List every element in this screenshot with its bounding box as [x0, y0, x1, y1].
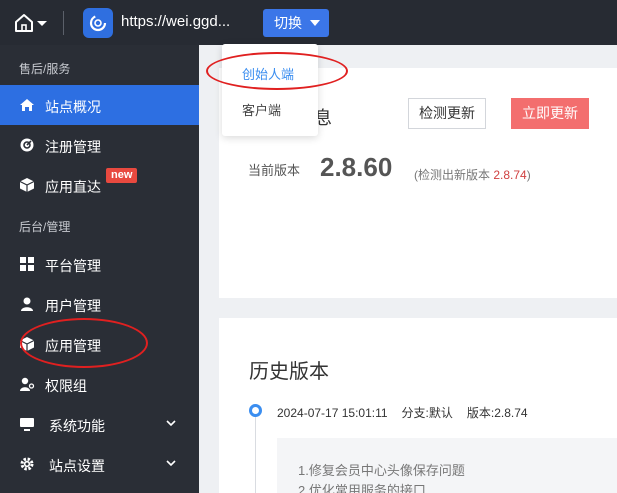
chevron-down-icon [166, 420, 176, 427]
sidebar-item-permission-group[interactable]: 权限组 [0, 364, 199, 404]
new-version-notice: (检测出新版本 2.8.74) [414, 166, 531, 183]
timeline-dot [249, 404, 262, 417]
sidebar-item-label: 系统功能 [49, 418, 105, 434]
chevron-down-icon [166, 460, 176, 467]
site-url: https://wei.ggd... [121, 13, 231, 30]
sidebar-item-label: 平台管理 [45, 258, 101, 274]
home-icon [15, 14, 47, 32]
dropdown-item-client[interactable]: 客户端 [242, 100, 281, 119]
divider [63, 11, 64, 35]
site-logo [83, 8, 113, 38]
sidebar-item-label: 权限组 [45, 378, 87, 394]
annotation-circle [206, 52, 348, 90]
history-entry-datetime: 2024-07-17 15:01:11 [277, 406, 388, 420]
home-menu-button[interactable] [14, 12, 48, 34]
logo-icon [89, 14, 107, 32]
history-entry-version: 版本:2.8.74 [466, 406, 528, 420]
sidebar-item-app-direct[interactable]: 应用直达 new [0, 165, 199, 205]
sidebar-item-label: 用户管理 [45, 298, 101, 314]
section-title-after-sales: 售后/服务 [19, 62, 71, 76]
gear-icon [20, 457, 34, 471]
sidebar-item-label: 应用直达 [45, 179, 101, 195]
register-icon [20, 138, 34, 152]
history-note: 1.修复会员中心头像保存问题 [298, 463, 465, 478]
top-bar: https://wei.ggd... 切换 [0, 0, 617, 45]
current-version: 2.8.60 [320, 152, 393, 182]
update-now-button[interactable]: 立即更新 [511, 98, 589, 129]
timeline-line [255, 417, 256, 493]
user-key-icon [20, 377, 35, 391]
caret-down-icon [310, 20, 320, 26]
annotation-circle [20, 318, 148, 368]
new-version-prefix: (检测出新版本 [414, 168, 494, 182]
new-version-suffix: ) [526, 168, 531, 182]
user-icon [21, 297, 33, 311]
sidebar-item-system-functions[interactable]: 系统功能 [0, 404, 199, 444]
sidebar-item-platform[interactable]: 平台管理 [0, 244, 199, 284]
sidebar-item-register[interactable]: 注册管理 [0, 125, 199, 165]
sidebar-item-label: 站点设置 [49, 458, 105, 474]
grid-icon [20, 257, 34, 271]
sidebar: 售后/服务 站点概况 注册管理 应用直达 new 后台/管理 平台管理 用户管理… [0, 45, 199, 493]
check-update-button[interactable]: 检测更新 [408, 98, 486, 129]
sidebar-item-label: 注册管理 [45, 139, 101, 155]
switch-button[interactable]: 切换 [263, 9, 329, 37]
sidebar-item-site-settings[interactable]: 站点设置 [0, 444, 199, 484]
home-icon [20, 99, 34, 111]
history-notes: 1.修复会员中心头像保存问题 2.优化常用服务的接口 [277, 438, 617, 493]
sidebar-item-label: 站点概况 [45, 99, 101, 115]
cube-icon [19, 178, 35, 192]
section-title-backend: 后台/管理 [19, 220, 71, 234]
new-badge: new [106, 168, 138, 183]
history-entry-meta: 2024-07-17 15:01:11 分支:默认 版本:2.8.74 [277, 404, 542, 421]
monitor-icon [20, 418, 34, 431]
history-entry-branch: 分支:默认 [401, 406, 453, 420]
switch-label: 切换 [274, 15, 302, 31]
history-note: 2.优化常用服务的接口 [298, 483, 426, 493]
sidebar-item-overview[interactable]: 站点概况 [0, 85, 199, 125]
history-title: 历史版本 [249, 361, 329, 383]
new-version: 2.8.74 [493, 168, 527, 182]
current-version-label: 当前版本 [248, 163, 301, 178]
